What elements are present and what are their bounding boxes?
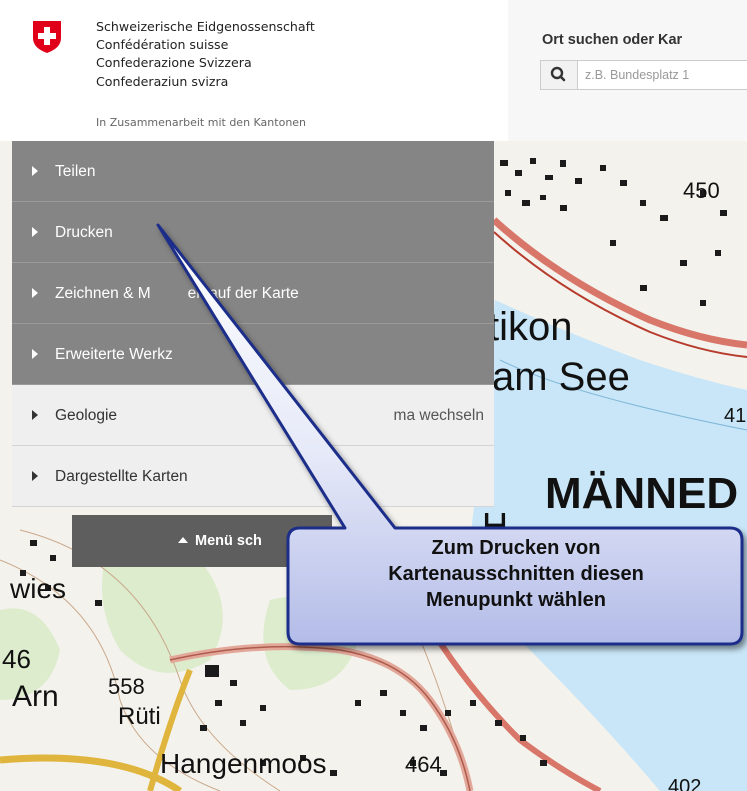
map-label: 464	[405, 752, 442, 777]
map-label: 46	[2, 644, 31, 674]
swiss-coat-of-arms-icon	[33, 21, 61, 53]
menu-item-share[interactable]: Teilen	[12, 141, 494, 202]
change-theme-link[interactable]: ma wechseln	[394, 385, 484, 446]
map-label: tikon	[488, 305, 573, 349]
menu-item-label: Geologie	[55, 407, 118, 424]
search-button[interactable]	[541, 61, 578, 89]
menu-item-displayed-maps[interactable]: Dargestellte Karten	[12, 446, 494, 507]
menu-item-label: Dargestellte Karten	[55, 468, 188, 485]
menu-item-label: Erweiterte Werkz	[55, 346, 173, 363]
map-label: 558	[108, 674, 145, 699]
menu-item-label: Teilen	[55, 163, 96, 180]
menu-item-drawing[interactable]: Zeichnen & M en auf der Karte	[12, 263, 494, 324]
caret-right-icon	[32, 166, 38, 176]
cantons-note: In Zusammenarbeit mit den Kantonen	[96, 116, 307, 129]
search-label: Ort suchen oder Kar	[542, 32, 683, 48]
search-icon	[550, 66, 566, 82]
confederation-line-de: Schweizerische Eidgenossenschaft	[96, 19, 315, 34]
map-label: MÄNNED	[545, 469, 738, 518]
map-label: Hangenmoos	[160, 748, 327, 779]
confederation-line-it: Confederazione Svizzera	[96, 55, 252, 71]
confederation-line-rm: Confederaziun svizra	[96, 73, 229, 89]
map-label: am See	[492, 355, 630, 399]
search-box	[540, 60, 747, 90]
callout-line: Kartenausschnitten diesen	[388, 563, 644, 585]
confederation-line-fr: Confédération suisse	[96, 37, 229, 53]
map-label: wies	[9, 573, 66, 604]
caret-right-icon	[32, 471, 38, 481]
confederation-names: Schweizerische Eidgenossenschaft Confédé…	[96, 18, 315, 91]
map-label: 402	[668, 776, 701, 791]
close-menu-label: Menü sch	[195, 533, 262, 549]
callout-line: Menupunkt wählen	[426, 589, 606, 611]
menu-item-advanced-tools[interactable]: Erweiterte Werkz	[12, 324, 494, 385]
caret-right-icon	[32, 410, 38, 420]
menu-item-label-start: Zeichnen & M	[55, 285, 151, 302]
callout-text: Zum Drucken von Kartenausschnitten diese…	[292, 535, 740, 613]
map-label: Arn	[12, 680, 59, 713]
caret-right-icon	[32, 349, 38, 359]
caret-up-icon	[178, 537, 188, 543]
caret-right-icon	[32, 227, 38, 237]
menu-item-print[interactable]: Drucken	[12, 202, 494, 263]
map-label: 41	[724, 405, 746, 427]
menu-item-geology[interactable]: Geologie ma wechseln	[12, 385, 494, 446]
menu-item-label: Drucken	[55, 224, 113, 241]
header: Schweizerische Eidgenossenschaft Confédé…	[0, 0, 747, 141]
side-menu: Teilen Drucken Zeichnen & M en auf der Ka…	[12, 141, 494, 507]
menu-item-label: Zeichnen & M en auf der Karte	[55, 263, 299, 324]
map-label: 450	[683, 178, 720, 203]
search-input[interactable]	[585, 61, 747, 89]
caret-right-icon	[32, 288, 38, 298]
menu-item-label-end: en auf der Karte	[187, 285, 299, 302]
map-label: Rüti	[118, 703, 161, 730]
callout-line: Zum Drucken von	[431, 537, 601, 559]
